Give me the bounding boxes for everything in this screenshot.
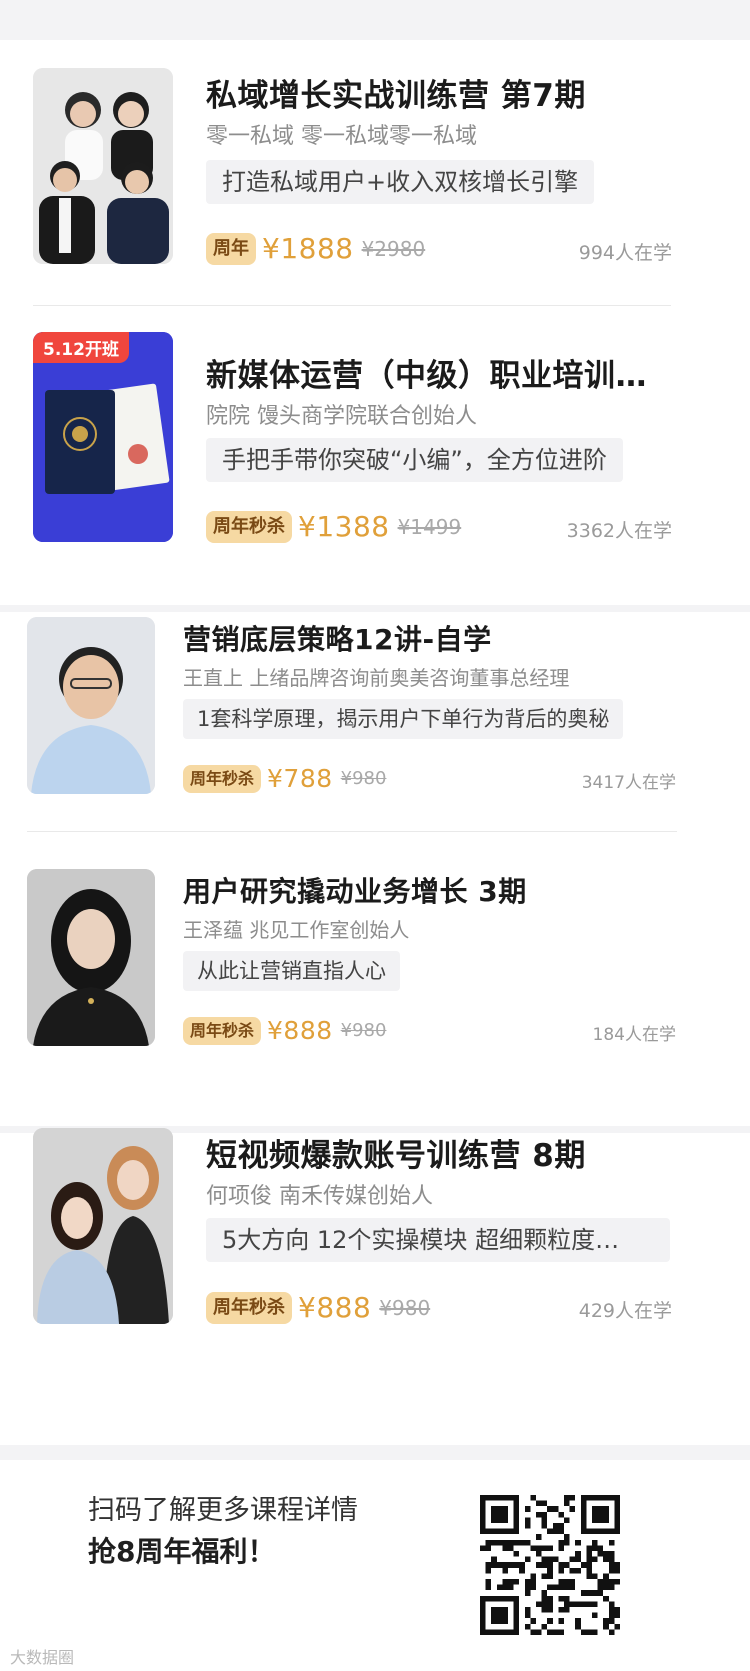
original-price: ¥2980 xyxy=(361,236,426,261)
divider xyxy=(27,831,677,832)
original-price: ¥980 xyxy=(340,1020,387,1041)
original-price: ¥1499 xyxy=(397,514,462,539)
discount-badge: 周年秒杀 xyxy=(206,510,292,543)
sale-price: ¥788 xyxy=(267,764,333,793)
discount-badge: 周年秒杀 xyxy=(183,764,262,793)
course-title: 营销底层策略12讲-自学 xyxy=(183,623,492,656)
course-title: 短视频爆款账号训练营 8期 xyxy=(206,1138,586,1174)
course-author: 院院 馒头商学院联合创始人 xyxy=(206,404,477,429)
course-thumbnail xyxy=(33,68,173,264)
price-row: 周年秒杀 ¥888 ¥980 xyxy=(183,1016,386,1045)
sale-price: ¥1388 xyxy=(298,510,390,543)
learner-count: 184人在学 xyxy=(592,1025,676,1045)
course-title: 私域增长实战训练营 第7期 xyxy=(206,78,586,114)
instructors-photo-icon xyxy=(33,1128,173,1324)
course-card[interactable]: 私域增长实战训练营 第7期 零一私域 零一私域零一私域 打造私域用户+收入双核增… xyxy=(0,60,750,290)
course-slogan: 打造私域用户+收入双核增长引擎 xyxy=(206,160,595,204)
course-author: 王泽蕴 兆见工作室创始人 xyxy=(183,918,410,942)
instructors-photo-icon xyxy=(33,68,173,264)
footer-promo-text: 抢8周年福利！ xyxy=(88,1535,276,1568)
course-slogan: 1套科学原理，揭示用户下单行为背后的奥秘 xyxy=(183,699,624,739)
course-slogan: 5大方向 12个实操模块 超细颗粒度… xyxy=(206,1218,670,1262)
course-card[interactable]: 5.12开班 新媒体运营（中级）职业培训… 院院 馒头商学院联合创始人 手把手带… xyxy=(0,330,750,560)
course-thumbnail: 5.12开班 xyxy=(33,332,173,542)
course-author: 王直上 上绪品牌咨询前奥美咨询董事总经理 xyxy=(183,666,570,690)
sale-price: ¥888 xyxy=(298,1291,372,1324)
start-date-ribbon: 5.12开班 xyxy=(33,332,129,363)
learner-count: 994人在学 xyxy=(578,242,672,264)
course-thumbnail xyxy=(27,617,155,794)
course-slogan: 从此让营销直指人心 xyxy=(183,951,400,991)
course-title: 新媒体运营（中级）职业培训… xyxy=(206,358,647,394)
course-author: 零一私域 零一私域零一私域 xyxy=(206,124,477,149)
course-card[interactable]: 短视频爆款账号训练营 8期 何项俊 南禾传媒创始人 5大方向 12个实操模块 超… xyxy=(0,1120,750,1350)
course-title: 用户研究撬动业务增长 3期 xyxy=(183,875,527,908)
original-price: ¥980 xyxy=(379,1295,431,1320)
price-row: 周年 ¥1888 ¥2980 xyxy=(206,232,425,265)
price-row: 周年秒杀 ¥888 ¥980 xyxy=(206,1291,430,1324)
learner-count: 3417人在学 xyxy=(581,773,676,793)
course-slogan: 手把手带你突破“小编”，全方位进阶 xyxy=(206,438,623,482)
discount-badge: 周年 xyxy=(206,232,256,265)
learner-count: 3362人在学 xyxy=(566,520,672,542)
qr-code-icon[interactable] xyxy=(480,1495,620,1635)
watermark-text: 大数据圈 xyxy=(10,1648,75,1667)
discount-badge: 周年秒杀 xyxy=(183,1016,262,1045)
sale-price: ¥1888 xyxy=(262,232,354,265)
sale-price: ¥888 xyxy=(267,1016,333,1045)
discount-badge: 周年秒杀 xyxy=(206,1291,292,1324)
course-author: 何项俊 南禾传媒创始人 xyxy=(206,1184,433,1209)
course-card[interactable]: 营销底层策略12讲-自学 王直上 上绪品牌咨询前奥美咨询董事总经理 1套科学原理… xyxy=(0,612,750,812)
instructor-photo-icon xyxy=(27,869,155,1046)
course-thumbnail xyxy=(27,869,155,1046)
instructor-photo-icon xyxy=(27,617,155,794)
course-card[interactable]: 用户研究撬动业务增长 3期 王泽蕴 兆见工作室创始人 从此让营销直指人心 周年秒… xyxy=(0,864,750,1064)
course-thumbnail xyxy=(33,1128,173,1324)
learner-count: 429人在学 xyxy=(578,1300,672,1322)
price-row: 周年秒杀 ¥1388 ¥1499 xyxy=(206,510,461,543)
divider xyxy=(33,305,671,306)
price-row: 周年秒杀 ¥788 ¥980 xyxy=(183,764,386,793)
footer-cta-text: 扫码了解更多课程详情 xyxy=(88,1495,358,1526)
certificate-icon xyxy=(33,332,173,542)
original-price: ¥980 xyxy=(340,768,387,789)
